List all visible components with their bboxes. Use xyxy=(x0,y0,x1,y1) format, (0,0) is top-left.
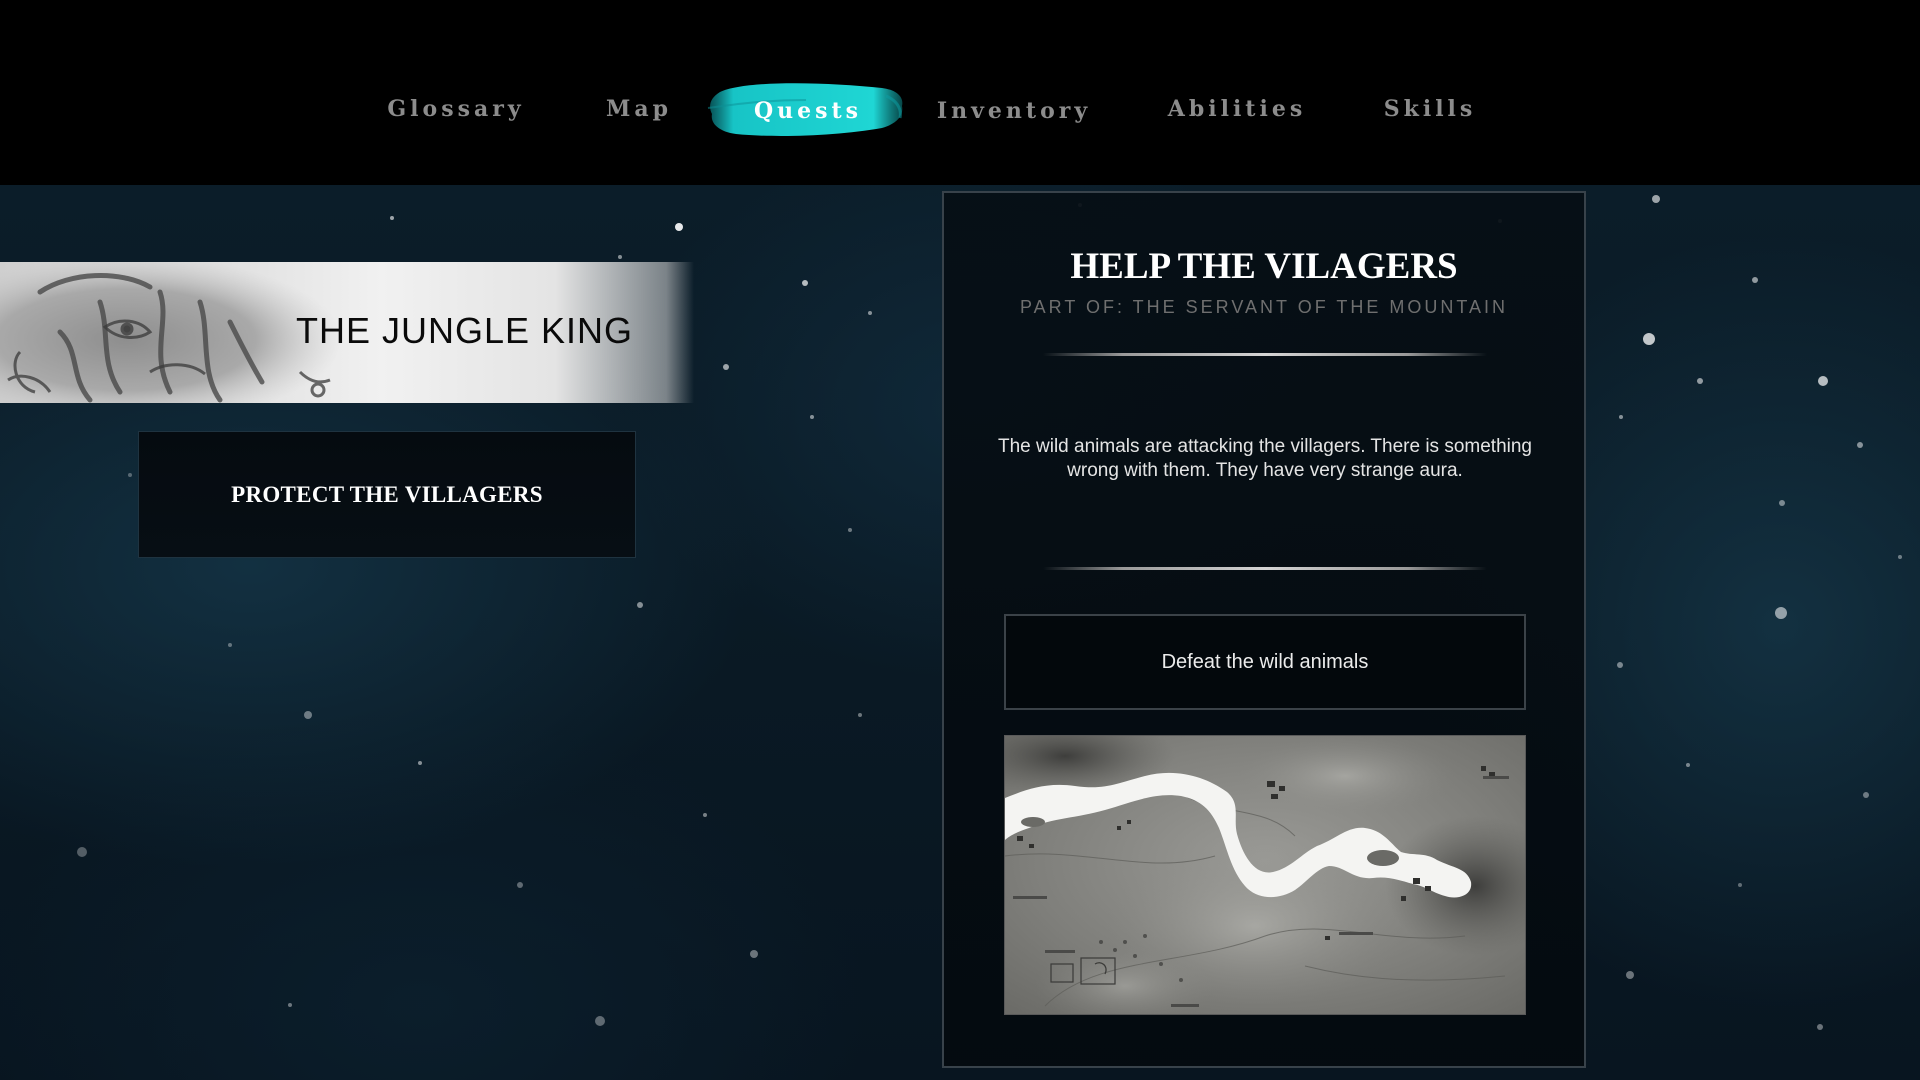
top-navigation-bar: Glossary Map Quests Inventory Abilities … xyxy=(0,0,1920,185)
tab-skills[interactable]: Skills xyxy=(1384,91,1477,127)
quest-group-title: THE JUNGLE KING xyxy=(296,310,634,351)
quest-detail-subtitle: PART OF: THE SERVANT OF THE MOUNTAIN xyxy=(1019,297,1509,317)
quest-objective-label: Defeat the wild animals xyxy=(1161,650,1369,673)
quest-group-banner[interactable]: THE JUNGLE KING xyxy=(0,262,694,403)
quest-detail-panel: HELP THE VILAGERS PART OF: THE SERVANT O… xyxy=(942,191,1586,1068)
tab-inventory[interactable]: Inventory xyxy=(937,93,1091,129)
quest-detail-title: HELP THE VILAGERS xyxy=(1070,246,1458,287)
tab-glossary[interactable]: Glossary xyxy=(387,91,524,127)
tab-map[interactable]: Map xyxy=(606,91,672,127)
tab-abilities[interactable]: Abilities xyxy=(1168,91,1306,127)
quest-objective[interactable]: Defeat the wild animals xyxy=(1004,614,1526,710)
divider-top xyxy=(1043,353,1487,356)
map-image xyxy=(1005,736,1525,1014)
divider-bottom xyxy=(1043,567,1487,570)
quest-list-item[interactable]: PROTECT THE VILLAGERS xyxy=(138,431,636,558)
tab-quests[interactable]: Quests xyxy=(754,93,862,129)
quest-list-item-label: PROTECT THE VILLAGERS xyxy=(231,481,543,507)
quest-description: The wild animals are attacking the villa… xyxy=(997,436,1532,481)
river-map-thumbnail[interactable] xyxy=(1004,735,1526,1015)
